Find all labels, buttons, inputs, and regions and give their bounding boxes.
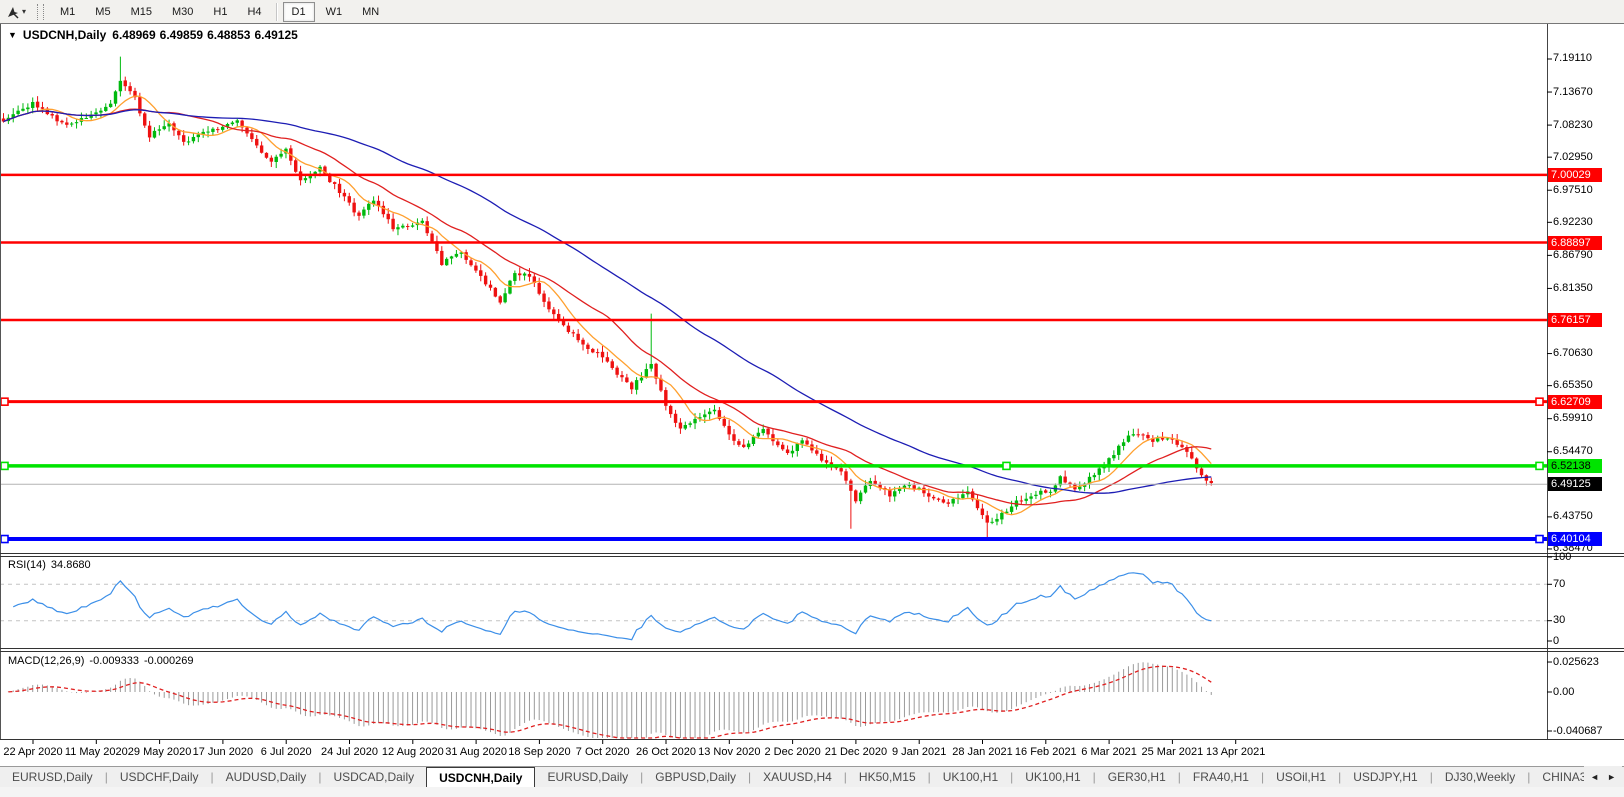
chart-tab-xauusd-h4[interactable]: XAUUSD,H4 (751, 767, 844, 787)
price-level-label-6.62709: 6.62709 (1548, 395, 1602, 409)
rsi-name: RSI(14) (8, 559, 46, 571)
date-tick-16-feb-2021: 16 Feb 2021 (1015, 746, 1077, 758)
rsi-line (13, 573, 1211, 640)
chart-tab-uk100-h1[interactable]: UK100,H1 (1013, 767, 1092, 787)
line-handle-6.62709[interactable] (1, 398, 8, 405)
date-tick-26-oct-2020: 26 Oct 2020 (636, 746, 696, 758)
date-tick-29-may-2020: 29 May 2020 (128, 746, 192, 758)
date-tick-21-dec-2020: 21 Dec 2020 (825, 746, 887, 758)
rsi-tick-30: 30 (1553, 614, 1565, 627)
price-tick-6.86790: 6.86790 (1553, 249, 1593, 262)
moving-average-55 (4, 110, 1212, 493)
date-tick-28-jan-2021: 28 Jan 2021 (952, 746, 1013, 758)
line-handle-6.52138[interactable] (1003, 462, 1010, 469)
trading-terminal-window: { "toolbar": { "timeframes": ["M1","M5",… (0, 0, 1624, 797)
rsi-indicator-label: RSI(14) 34.8680 (8, 559, 91, 571)
status-strip (0, 787, 1624, 797)
price-tick-6.43750: 6.43750 (1553, 510, 1593, 523)
date-tick-31-aug-2020: 31 Aug 2020 (445, 746, 507, 758)
chart-tab-ger30-h1[interactable]: GER30,H1 (1096, 767, 1178, 787)
macd-tick-0.00: 0.00 (1553, 686, 1574, 699)
ohlc-low: 6.48853 (207, 28, 250, 42)
price-level-label-6.40104: 6.40104 (1548, 532, 1602, 546)
date-tick-12-aug-2020: 12 Aug 2020 (382, 746, 444, 758)
chart-tab-gbpusd-daily[interactable]: GBPUSD,Daily (643, 767, 748, 787)
moving-average-21 (4, 109, 1212, 505)
line-handle-6.62709[interactable] (1536, 398, 1543, 405)
date-tick-13-nov-2020: 13 Nov 2020 (698, 746, 760, 758)
price-tick-6.70630: 6.70630 (1553, 347, 1593, 360)
chart-tab-fra40-h1[interactable]: FRA40,H1 (1181, 767, 1261, 787)
rsi-tick-100: 100 (1553, 551, 1571, 564)
price-tick-7.19110: 7.19110 (1553, 52, 1592, 65)
macd-name: MACD(12,26,9) (8, 655, 84, 667)
price-level-label-6.52138: 6.52138 (1548, 459, 1602, 473)
chart-tab-audusd-daily[interactable]: AUDUSD,Daily (214, 767, 319, 787)
date-tick-6-mar-2021: 6 Mar 2021 (1081, 746, 1137, 758)
line-handle-6.52138[interactable] (1536, 462, 1543, 469)
collapse-caret-icon[interactable]: ▼ (8, 30, 17, 40)
chart-tab-usoil-h1[interactable]: USOil,H1 (1264, 767, 1338, 787)
moving-average-8 (4, 96, 1212, 515)
date-tick-9-jan-2021: 9 Jan 2021 (892, 746, 946, 758)
chart-tab-usdjpy-h1[interactable]: USDJPY,H1 (1341, 767, 1429, 787)
line-handle-6.40104[interactable] (1, 536, 8, 543)
ohlc-close: 6.49125 (254, 28, 297, 42)
chart-tab-usdchf-daily[interactable]: USDCHF,Daily (108, 767, 211, 787)
macd-main-value: -0.009333 (89, 655, 139, 667)
chart-title: ▼ USDCNH,Daily 6.48969 6.49859 6.48853 6… (8, 28, 298, 42)
chart-tab-uk100-h1[interactable]: UK100,H1 (931, 767, 1010, 787)
price-tick-6.65350: 6.65350 (1553, 379, 1593, 392)
chart-tab-bar: EURUSD,Daily|USDCHF,Daily|AUDUSD,Daily|U… (0, 766, 1624, 787)
price-tick-7.08230: 7.08230 (1553, 119, 1593, 132)
line-handle-6.40104[interactable] (1536, 536, 1543, 543)
price-tick-6.54470: 6.54470 (1553, 445, 1593, 458)
date-tick-2-dec-2020: 2 Dec 2020 (764, 746, 820, 758)
chart-canvas[interactable] (0, 0, 1624, 766)
chart-tab-usdcad-daily[interactable]: USDCAD,Daily (321, 767, 426, 787)
date-tick-11-may-2020: 11 May 2020 (65, 746, 128, 758)
macd-tick--0.040687: -0.040687 (1553, 725, 1603, 738)
chart-tab-eurusd-daily[interactable]: EURUSD,Daily (0, 767, 105, 787)
rsi-tick-70: 70 (1553, 578, 1565, 591)
price-level-label-6.88897: 6.88897 (1548, 236, 1602, 250)
date-tick-25-mar-2021: 25 Mar 2021 (1142, 746, 1204, 758)
tab-scroll-left-icon[interactable]: ◄ (1590, 772, 1599, 782)
price-tick-6.97510: 6.97510 (1553, 184, 1593, 197)
date-tick-6-jul-2020: 6 Jul 2020 (261, 746, 312, 758)
date-tick-24-jul-2020: 24 Jul 2020 (321, 746, 378, 758)
rsi-tick-0: 0 (1553, 635, 1559, 648)
line-handle-6.52138[interactable] (1, 462, 8, 469)
price-tick-6.92230: 6.92230 (1553, 216, 1593, 229)
macd-signal-value: -0.000269 (144, 655, 194, 667)
chart-tab-eurusd-daily[interactable]: EURUSD,Daily (535, 767, 640, 787)
macd-indicator-label: MACD(12,26,9) -0.009333 -0.000269 (8, 655, 194, 667)
chart-tab-hk50-m15[interactable]: HK50,M15 (847, 767, 928, 787)
date-tick-7-oct-2020: 7 Oct 2020 (576, 746, 630, 758)
ohlc-open: 6.48969 (112, 28, 155, 42)
date-tick-13-apr-2021: 13 Apr 2021 (1206, 746, 1265, 758)
tab-scroll-right-icon[interactable]: ► (1607, 772, 1616, 782)
price-level-label-6.76157: 6.76157 (1548, 313, 1602, 327)
macd-histogram (4, 662, 1212, 738)
price-tick-7.13670: 7.13670 (1553, 86, 1593, 99)
chart-tab-usdcnh-daily[interactable]: USDCNH,Daily (426, 767, 535, 787)
ohlc-high: 6.49859 (160, 28, 203, 42)
price-tick-6.59910: 6.59910 (1553, 412, 1593, 425)
date-tick-18-sep-2020: 18 Sep 2020 (508, 746, 570, 758)
chart-tab-dj30-weekly[interactable]: DJ30,Weekly (1433, 767, 1527, 787)
tab-scroll-arrows: ◄ ► (1584, 766, 1622, 787)
price-tick-7.02950: 7.02950 (1553, 151, 1593, 164)
price-tick-6.81350: 6.81350 (1553, 282, 1593, 295)
price-level-label-6.49125: 6.49125 (1548, 477, 1602, 491)
date-tick-17-jun-2020: 17 Jun 2020 (193, 746, 254, 758)
macd-tick-0.025623: 0.025623 (1553, 656, 1599, 669)
chart-symbol-label: USDCNH,Daily (23, 28, 106, 42)
price-level-label-7.00029: 7.00029 (1548, 168, 1602, 182)
rsi-value: 34.8680 (51, 559, 91, 571)
date-tick-22-apr-2020: 22 Apr 2020 (3, 746, 62, 758)
